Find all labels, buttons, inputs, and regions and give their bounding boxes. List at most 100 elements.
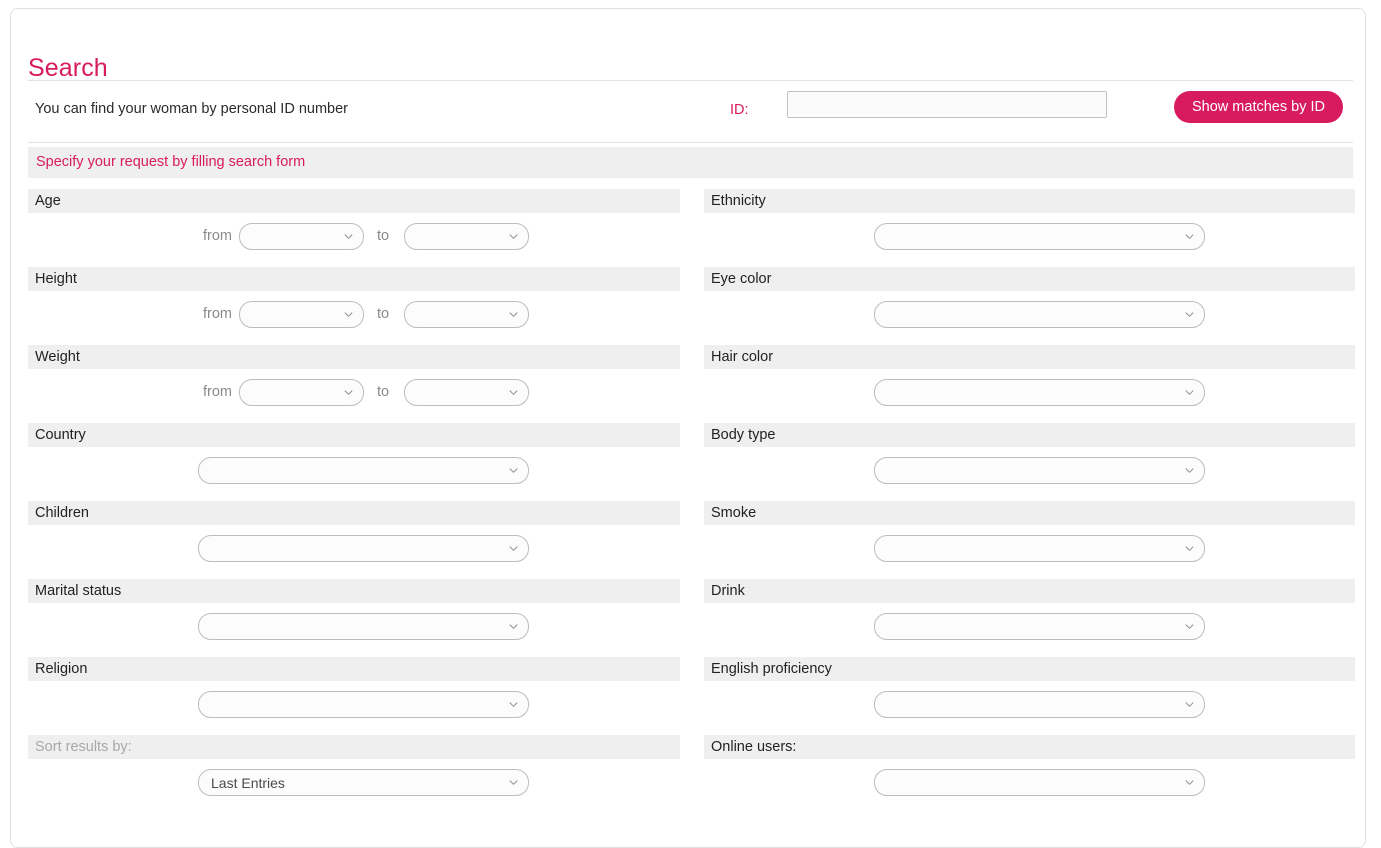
field-sort-results-by-select[interactable]: Last Entries [198,769,529,796]
id-search-input[interactable] [787,91,1107,118]
search-card: Search You can find your woman by person… [10,8,1366,848]
field-children-label: Children [35,505,89,521]
search-form-notice: Specify your request by filling search f… [28,147,1353,178]
field-height-label: Height [35,271,77,287]
field-ethnicity-controls [704,223,1355,253]
field-drink-controls [704,613,1355,643]
field-marital-status-label: Marital status [35,583,122,599]
id-search-hint: You can find your woman by personal ID n… [35,101,349,117]
field-eye-color-header: Eye color [704,267,1355,291]
field-drink-select-wrapper [874,613,1205,640]
field-height-from-select-wrapper [239,301,364,328]
field-country-label: Country [35,427,86,443]
field-height-from-label: from [203,306,232,322]
field-english-proficiency-select-wrapper [874,691,1205,718]
field-body-type-select[interactable] [874,457,1205,484]
field-body-type-label: Body type [711,427,776,443]
field-religion: Religion [28,657,680,735]
field-age-label: Age [35,193,61,209]
field-eye-color-select[interactable] [874,301,1205,328]
field-country: Country [28,423,680,501]
field-online-users-header: Online users: [704,735,1355,759]
field-weight-from-select-wrapper [239,379,364,406]
field-hair-color-label: Hair color [711,349,774,365]
field-religion-label: Religion [35,661,88,677]
field-hair-color-header: Hair color [704,345,1355,369]
field-weight-from-label: from [203,384,232,400]
field-ethnicity-header: Ethnicity [704,189,1355,213]
field-age-from-select[interactable] [239,223,364,250]
field-ethnicity: Ethnicity [704,189,1355,267]
field-marital-status: Marital status [28,579,680,657]
header-divider [28,80,1353,81]
id-row-divider [28,142,1353,143]
field-children-header: Children [28,501,680,525]
field-weight-to-select-wrapper [404,379,529,406]
field-english-proficiency: English proficiency [704,657,1355,735]
field-body-type-select-wrapper [874,457,1205,484]
field-weight-header: Weight [28,345,680,369]
field-children-select[interactable] [198,535,529,562]
search-form-notice-text: Specify your request by filling search f… [36,154,306,170]
field-age-to-select[interactable] [404,223,529,250]
field-marital-status-select-wrapper [198,613,529,640]
field-weight-label: Weight [35,349,80,365]
field-age: Age from to [28,189,680,267]
field-marital-status-header: Marital status [28,579,680,603]
field-online-users-select-wrapper [874,769,1205,796]
field-smoke: Smoke [704,501,1355,579]
field-online-users-select[interactable] [874,769,1205,796]
field-hair-color-select-wrapper [874,379,1205,406]
field-smoke-select-wrapper [874,535,1205,562]
field-english-proficiency-label: English proficiency [711,661,832,677]
field-country-select[interactable] [198,457,529,484]
field-sort-results-by-header: Sort results by: [28,735,680,759]
field-smoke-label: Smoke [711,505,757,521]
search-form-left-column: Age from to Height from to Weight from to Country… [28,189,680,813]
field-height-to-label: to [377,306,390,322]
field-weight-controls: from to [28,379,680,409]
field-country-controls [28,457,680,487]
field-body-type-controls [704,457,1355,487]
field-ethnicity-label: Ethnicity [711,193,766,209]
field-height-to-select-wrapper [404,301,529,328]
field-religion-header: Religion [28,657,680,681]
field-country-select-wrapper [198,457,529,484]
field-english-proficiency-header: English proficiency [704,657,1355,681]
field-religion-select[interactable] [198,691,529,718]
field-height-from-select[interactable] [239,301,364,328]
field-religion-controls [28,691,680,721]
field-height-to-select[interactable] [404,301,529,328]
field-drink-select[interactable] [874,613,1205,640]
field-english-proficiency-select[interactable] [874,691,1205,718]
field-body-type: Body type [704,423,1355,501]
field-online-users-label: Online users: [711,739,797,755]
field-age-from-label: from [203,228,232,244]
field-children-controls [28,535,680,565]
field-age-controls: from to [28,223,680,253]
field-eye-color-label: Eye color [711,271,772,287]
field-age-to-select-wrapper [404,223,529,250]
field-smoke-select[interactable] [874,535,1205,562]
field-ethnicity-select-wrapper [874,223,1205,250]
field-drink: Drink [704,579,1355,657]
field-weight-to-select[interactable] [404,379,529,406]
field-marital-status-select[interactable] [198,613,529,640]
field-children-select-wrapper [198,535,529,562]
field-age-from-select-wrapper [239,223,364,250]
field-smoke-controls [704,535,1355,565]
field-eye-color-controls [704,301,1355,331]
field-weight: Weight from to [28,345,680,423]
field-body-type-header: Body type [704,423,1355,447]
field-height-header: Height [28,267,680,291]
field-hair-color-select[interactable] [874,379,1205,406]
field-height: Height from to [28,267,680,345]
show-matches-by-id-button[interactable]: Show matches by ID [1174,91,1343,123]
field-ethnicity-select[interactable] [874,223,1205,250]
field-age-header: Age [28,189,680,213]
field-online-users: Online users: [704,735,1355,813]
field-hair-color: Hair color [704,345,1355,423]
field-weight-from-select[interactable] [239,379,364,406]
field-sort-results-by-label: Sort results by: [35,739,132,755]
field-marital-status-controls [28,613,680,643]
